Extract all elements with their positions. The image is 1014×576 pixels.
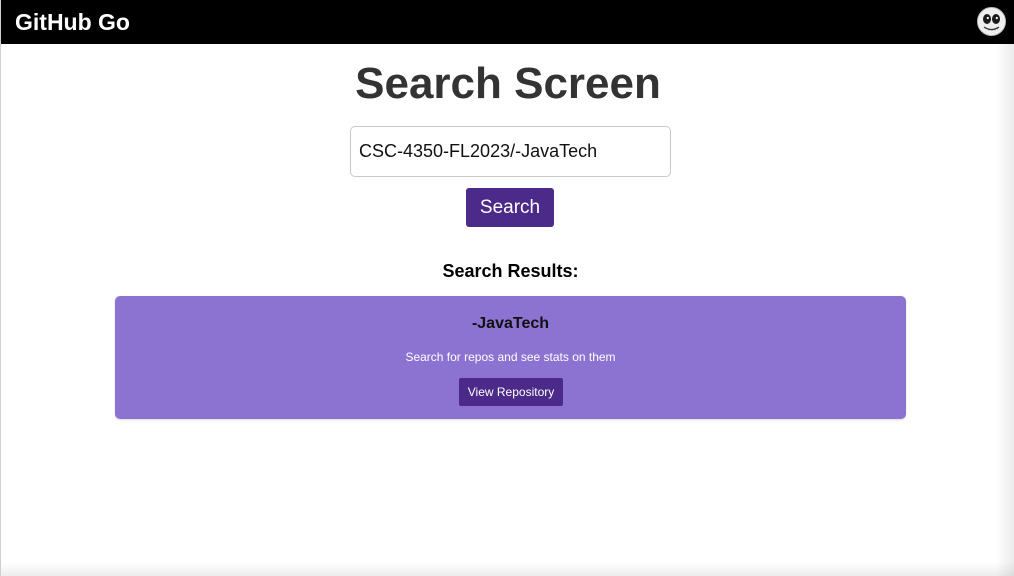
result-description: Search for repos and see stats on them: [405, 350, 616, 364]
brand-title[interactable]: GitHub Go: [15, 9, 130, 35]
page-title: Search Screen: [355, 59, 661, 108]
avatar-face-icon: [978, 8, 1005, 35]
window-edge-shadow: [996, 44, 1014, 576]
window-bottom-shadow: [1, 562, 1014, 576]
user-avatar-icon[interactable]: [977, 7, 1006, 36]
top-navbar: GitHub Go: [1, 0, 1014, 44]
result-repo-name: -JavaTech: [471, 315, 550, 332]
results-heading: Search Results:: [442, 261, 579, 281]
view-repository-button[interactable]: View Repository: [459, 378, 563, 406]
search-button[interactable]: Search: [466, 188, 554, 227]
search-input[interactable]: [350, 126, 671, 177]
app-window: GitHub Go Search Screen Search Search Re…: [0, 0, 1014, 576]
